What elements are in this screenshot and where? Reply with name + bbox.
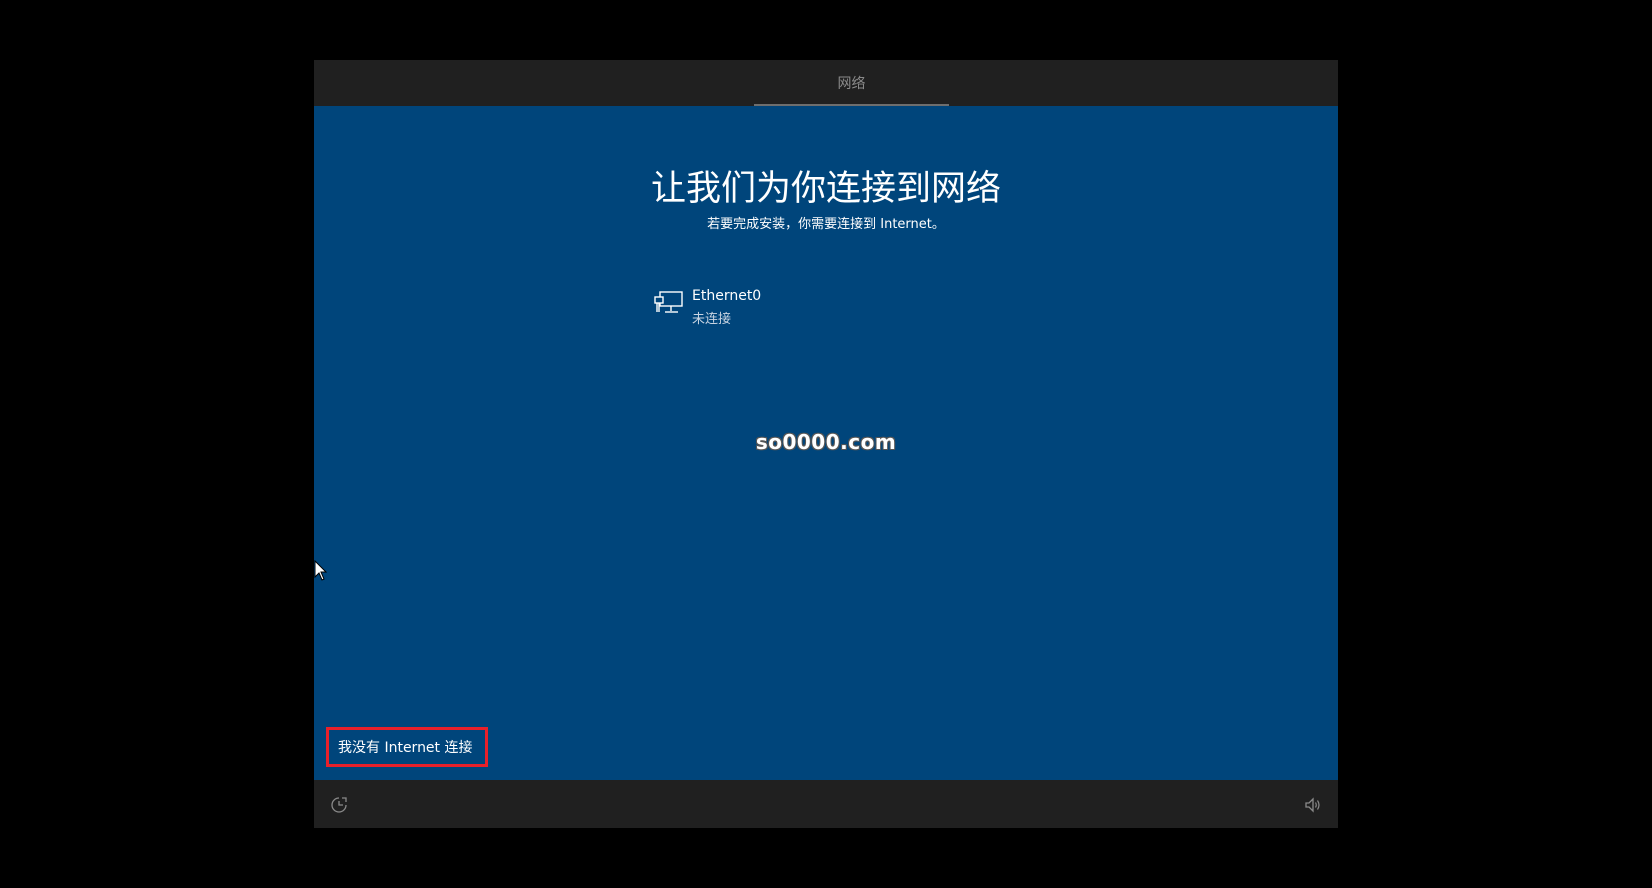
top-bar: 网络 [314, 60, 1338, 106]
tab-network: 网络 [837, 76, 866, 92]
watermark: so0000.com [755, 430, 897, 454]
volume-icon[interactable] [1304, 796, 1322, 814]
bottom-bar [314, 780, 1338, 828]
oobe-window: 网络 让我们为你连接到网络 若要完成安装，你需要连接到 Internet。 Et… [314, 60, 1338, 828]
network-status: 未连接 [692, 312, 732, 327]
network-name: Ethernet0 [692, 288, 762, 304]
network-item-ethernet0[interactable]: Ethernet0 未连接 [654, 286, 894, 330]
no-internet-link[interactable]: 我没有 Internet 连接 [338, 737, 473, 757]
mouse-cursor-icon [314, 559, 328, 582]
ethernet-icon [654, 290, 684, 316]
page-subtitle: 若要完成安装，你需要连接到 Internet。 [707, 217, 945, 232]
tab-underline [754, 104, 949, 106]
accessibility-icon[interactable] [330, 796, 348, 814]
page-title: 让我们为你连接到网络 [650, 169, 1001, 209]
screen: 网络 让我们为你连接到网络 若要完成安装，你需要连接到 Internet。 Et… [0, 0, 1652, 888]
